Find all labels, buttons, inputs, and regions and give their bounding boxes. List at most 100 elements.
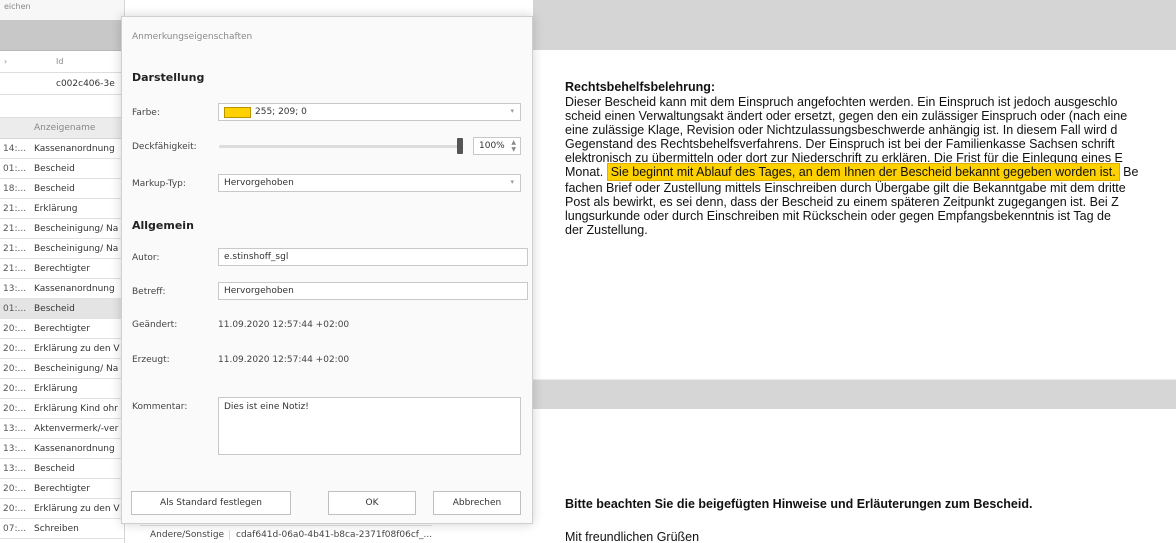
display-name-cell: Berechtigter bbox=[34, 483, 90, 494]
color-swatch bbox=[224, 106, 251, 118]
id-column-header-row: › Id bbox=[0, 51, 124, 73]
id-column-header[interactable]: Id bbox=[56, 57, 63, 66]
markup-type-label: Markup-Typ: bbox=[132, 179, 186, 189]
spinner-arrows-icon[interactable]: ▲ ▼ bbox=[511, 139, 516, 153]
list-item[interactable]: 21:... Bescheinigung/ Na bbox=[0, 219, 124, 239]
time-cell: 20:... bbox=[3, 363, 27, 374]
list-item[interactable]: 13:... Kassenanordnung bbox=[0, 279, 124, 299]
time-cell: 18:... bbox=[3, 183, 27, 194]
opacity-slider-thumb[interactable] bbox=[457, 138, 463, 154]
category-cell: Andere/Sonstige bbox=[140, 529, 230, 540]
author-label: Autor: bbox=[132, 253, 160, 263]
changed-label: Geändert: bbox=[132, 320, 178, 330]
list-rows: 14:... Kassenanordnung 01:... Bescheid 18:..… bbox=[0, 139, 124, 539]
display-name-cell: Kassenanordnung bbox=[34, 443, 115, 454]
color-dropdown[interactable]: 255; 209; 0 ▾ bbox=[218, 103, 521, 121]
list-item[interactable]: 20:... Berechtigter bbox=[0, 319, 124, 339]
ok-button[interactable]: OK bbox=[328, 491, 416, 515]
comment-label: Kommentar: bbox=[132, 402, 188, 412]
subject-value: Hervorgehoben bbox=[224, 286, 294, 296]
list-item[interactable]: 21:... Berechtigter bbox=[0, 259, 124, 279]
list-item[interactable]: 18:... Bescheid bbox=[0, 179, 124, 199]
list-item[interactable]: 01:... Bescheid bbox=[0, 299, 124, 319]
opacity-value: 100% bbox=[479, 141, 505, 151]
id-value-row[interactable]: c002c406-3e bbox=[0, 73, 124, 95]
list-item[interactable]: 20:... Erklärung zu den V bbox=[0, 499, 124, 519]
changed-value: 11.09.2020 12:57:44 +02:00 bbox=[218, 320, 350, 330]
list-item[interactable]: 13:... Aktenvermerk/-ver bbox=[0, 419, 124, 439]
time-cell: 20:... bbox=[3, 503, 27, 514]
display-name-cell: Bescheid bbox=[34, 303, 75, 314]
opacity-label: Deckfähigkeit: bbox=[132, 142, 197, 152]
list-top-strip: eichen bbox=[0, 0, 124, 20]
display-name-cell: Erklärung zu den V bbox=[34, 343, 120, 354]
author-value: e.stinshoff_sgl bbox=[224, 252, 289, 262]
time-cell: 21:... bbox=[3, 243, 27, 254]
annotation-properties-dialog: Anmerkungseigenschaften Darstellung Farb… bbox=[121, 16, 533, 524]
display-name-cell: Schreiben bbox=[34, 523, 79, 534]
time-cell: 21:... bbox=[3, 223, 27, 234]
markup-type-dropdown[interactable]: Hervorgehoben ▾ bbox=[218, 174, 521, 192]
time-cell: 14:... bbox=[3, 143, 27, 154]
time-cell: 13:... bbox=[3, 283, 27, 294]
list-item[interactable]: 14:... Kassenanordnung bbox=[0, 139, 124, 159]
list-item[interactable]: 20:... Erklärung Kind ohr bbox=[0, 399, 124, 419]
cancel-button[interactable]: Abbrechen bbox=[433, 491, 521, 515]
time-cell: 21:... bbox=[3, 203, 27, 214]
list-item[interactable]: 13:... Bescheid bbox=[0, 459, 124, 479]
filter-row bbox=[0, 95, 124, 118]
text-line-highlighted: Monat. Sie beginnt mit Ablauf des Tages,… bbox=[565, 163, 1138, 181]
list-item[interactable]: 21:... Erklärung bbox=[0, 199, 124, 219]
text-fragment: Monat. bbox=[565, 165, 604, 179]
legal-remedy-title: Rechtsbehelfsbelehrung: bbox=[565, 80, 716, 94]
list-item[interactable]: 07:... Schreiben bbox=[0, 519, 124, 539]
created-label: Erzeugt: bbox=[132, 355, 170, 365]
subject-label: Betreff: bbox=[132, 287, 166, 297]
display-name-cell: Bescheinigung/ Na bbox=[34, 243, 119, 254]
viewer-background-top bbox=[533, 0, 1176, 50]
time-cell: 20:... bbox=[3, 323, 27, 334]
list-column-header-row: Anzeigename bbox=[0, 118, 124, 139]
list-row-details[interactable]: Andere/Sonstige cdaf641d-06a0-4b41-b8ca-… bbox=[140, 525, 433, 543]
time-cell: 13:... bbox=[3, 443, 27, 454]
display-name-cell: Kassenanordnung bbox=[34, 143, 115, 154]
collapse-cell: › bbox=[4, 57, 8, 66]
list-item[interactable]: 13:... Kassenanordnung bbox=[0, 439, 124, 459]
list-item[interactable]: 20:... Erklärung bbox=[0, 379, 124, 399]
color-value: 255; 209; 0 bbox=[255, 107, 307, 117]
display-name-column-header[interactable]: Anzeigename bbox=[34, 123, 95, 133]
author-field[interactable]: e.stinshoff_sgl bbox=[218, 248, 528, 266]
subject-field[interactable]: Hervorgehoben bbox=[218, 282, 528, 300]
display-name-cell: Berechtigter bbox=[34, 323, 90, 334]
display-name-cell: Berechtigter bbox=[34, 263, 90, 274]
markup-type-value: Hervorgehoben bbox=[224, 178, 294, 188]
comment-textarea[interactable]: Dies ist eine Notiz! bbox=[218, 397, 521, 455]
dialog-title: Anmerkungseigenschaften bbox=[132, 32, 253, 42]
list-item[interactable]: 20:... Bescheinigung/ Na bbox=[0, 359, 124, 379]
chevron-down-icon: ▾ bbox=[510, 107, 514, 115]
page-separator bbox=[533, 380, 1176, 409]
text-line: eine zulässige Klage, Revision oder Nich… bbox=[565, 123, 1118, 137]
highlight-annotation[interactable]: Sie beginnt mit Ablauf des Tages, an dem… bbox=[606, 163, 1120, 181]
time-cell: 07:... bbox=[3, 523, 27, 534]
opacity-slider-track[interactable] bbox=[219, 145, 460, 148]
display-name-cell: Aktenvermerk/-ver bbox=[34, 423, 119, 434]
text-line: lungsurkunde oder durch Einschreiben mit… bbox=[565, 209, 1111, 223]
document-list-panel: eichen › Id c002c406-3e Anzeigename 14:.… bbox=[0, 0, 125, 543]
chevron-down-icon: ▾ bbox=[510, 178, 514, 186]
list-top-text: eichen bbox=[4, 2, 31, 11]
list-item[interactable]: 01:... Bescheid bbox=[0, 159, 124, 179]
opacity-spinbox[interactable]: 100% ▲ ▼ bbox=[473, 137, 521, 155]
list-item[interactable]: 20:... Erklärung zu den V bbox=[0, 339, 124, 359]
display-name-cell: Bescheid bbox=[34, 463, 75, 474]
list-item[interactable]: 21:... Bescheinigung/ Na bbox=[0, 239, 124, 259]
document-page: Rechtsbehelfsbelehrung: Dieser Bescheid … bbox=[533, 62, 1176, 380]
set-default-button[interactable]: Als Standard festlegen bbox=[131, 491, 291, 515]
display-name-cell: Bescheid bbox=[34, 163, 75, 174]
list-item[interactable]: 20:... Berechtigter bbox=[0, 479, 124, 499]
attachment-note: Bitte beachten Sie die beigefügten Hinwe… bbox=[565, 497, 1033, 511]
time-cell: 20:... bbox=[3, 483, 27, 494]
section-general: Allgemein bbox=[132, 219, 194, 232]
time-cell: 01:... bbox=[3, 303, 27, 314]
id-value: c002c406-3e bbox=[56, 78, 115, 89]
